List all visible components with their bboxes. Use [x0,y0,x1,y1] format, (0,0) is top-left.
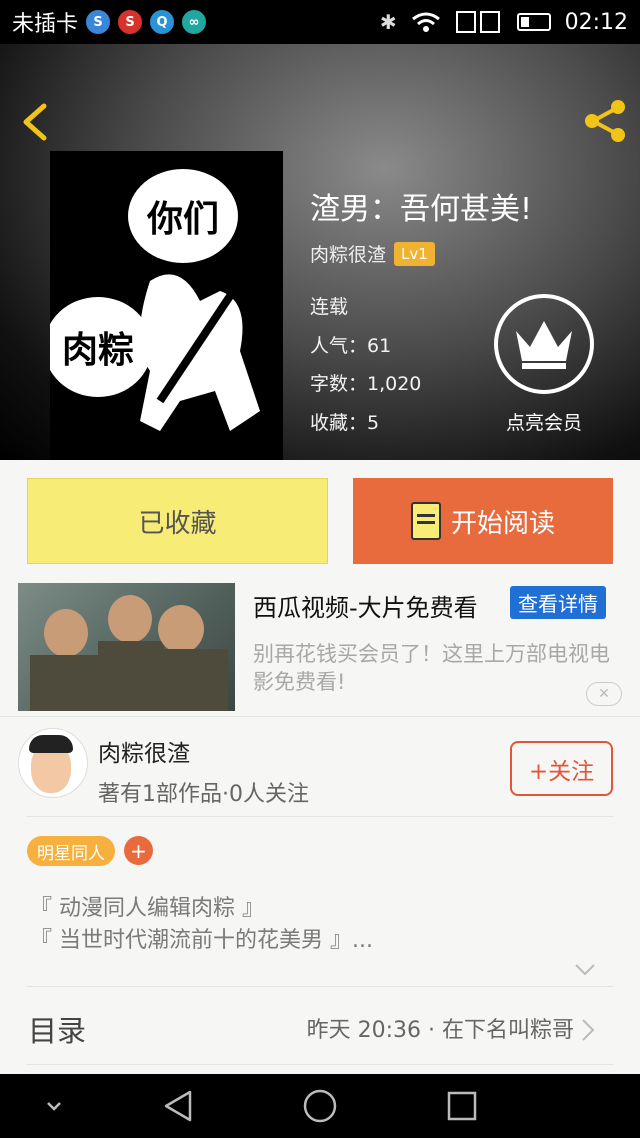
author-stats: 著有1部作品·0人关注 [98,782,309,807]
chevron-right-icon[interactable] [580,1018,596,1042]
book-description: 『 动漫同人编辑肉粽 』 『 当世时代潮流前十的花美男 』... [30,893,373,957]
ad-image[interactable] [18,583,235,711]
word-count: 字数：1,020 [310,373,422,395]
sogou-icon: S [86,10,111,34]
ad-person [98,641,164,711]
chevron-down-icon[interactable] [574,958,596,980]
notification-icons: S S Q ∞ [86,10,207,34]
carrier-label: 未插卡 [12,12,79,37]
battery-icon [516,13,551,31]
book-header: 你们 肉粽 渣男：吾何甚美! 肉粽很渣 Lv1 连载 人气：61 字数：1,02… [0,44,640,460]
ad-close-icon[interactable]: ✕ [586,682,622,706]
hide-nav-icon[interactable] [40,1074,68,1138]
ad-person [158,605,204,653]
vip-button[interactable] [494,294,594,394]
description-line: 『 动漫同人编辑肉粽 』 [30,896,264,921]
ad-person [30,655,100,711]
ad-person [44,609,88,657]
latest-chapter[interactable]: 昨天 20:36 · 在下名叫粽哥 [307,1012,574,1044]
qq-icon: Q [150,10,175,34]
ad-detail-button[interactable]: 查看详情 [510,586,606,619]
back-icon[interactable] [16,102,56,142]
level-badge: Lv1 [394,241,435,266]
crown-icon [516,321,572,369]
share-icon[interactable] [580,96,630,146]
avatar[interactable] [18,728,88,798]
author-row: 肉粽很渣 Lv1 [310,240,435,267]
start-reading-button[interactable]: 开始阅读 [353,478,613,564]
book-cover[interactable]: 你们 肉粽 [50,151,283,460]
home-nav-icon[interactable] [302,1074,338,1138]
navigation-bar [0,1074,640,1138]
bluetooth-icon: ✱ [379,10,397,34]
divider [0,716,640,717]
app-icon: ∞ [182,10,207,34]
avatar-hair [29,735,73,753]
serial-status: 连载 [310,296,349,318]
ad-person [108,595,152,643]
catalog-label[interactable]: 目录 [28,1008,86,1050]
sim-icon [455,11,500,33]
favorite-count: 收藏：5 [310,412,380,434]
cover-bubble: 你们 [128,169,238,263]
start-reading-label: 开始阅读 [450,508,555,539]
book-icon [410,502,441,540]
ad-title[interactable]: 西瓜视频-大片免费看 [253,588,478,623]
book-title: 渣男：吾何甚美! [310,192,533,227]
divider [27,986,613,987]
add-tag-button[interactable]: + [124,836,153,865]
clock: 02:12 [564,9,628,35]
wifi-icon [411,12,440,32]
vip-label[interactable]: 点亮会员 [484,408,604,435]
ad-description[interactable]: 别再花钱买会员了！这里上万部电视电影免费看! [253,640,613,696]
divider [27,1064,613,1065]
author-name[interactable]: 肉粽很渣 [98,734,190,768]
favorited-button[interactable]: 已收藏 [27,478,328,564]
back-nav-icon[interactable] [160,1074,196,1138]
weibo-icon: S [118,10,143,34]
description-line: 『 当世时代潮流前十的花美男 』... [30,928,373,953]
tag-chip[interactable]: 明星同人 [27,836,115,866]
author-link[interactable]: 肉粽很渣 [310,240,386,267]
status-bar: 未插卡 S S Q ∞ ✱ 02:12 [0,0,640,44]
recents-nav-icon[interactable] [446,1074,478,1138]
ad-person [158,649,228,711]
divider [27,816,613,817]
follow-button[interactable]: +关注 [510,741,613,796]
popularity: 人气：61 [310,335,392,357]
